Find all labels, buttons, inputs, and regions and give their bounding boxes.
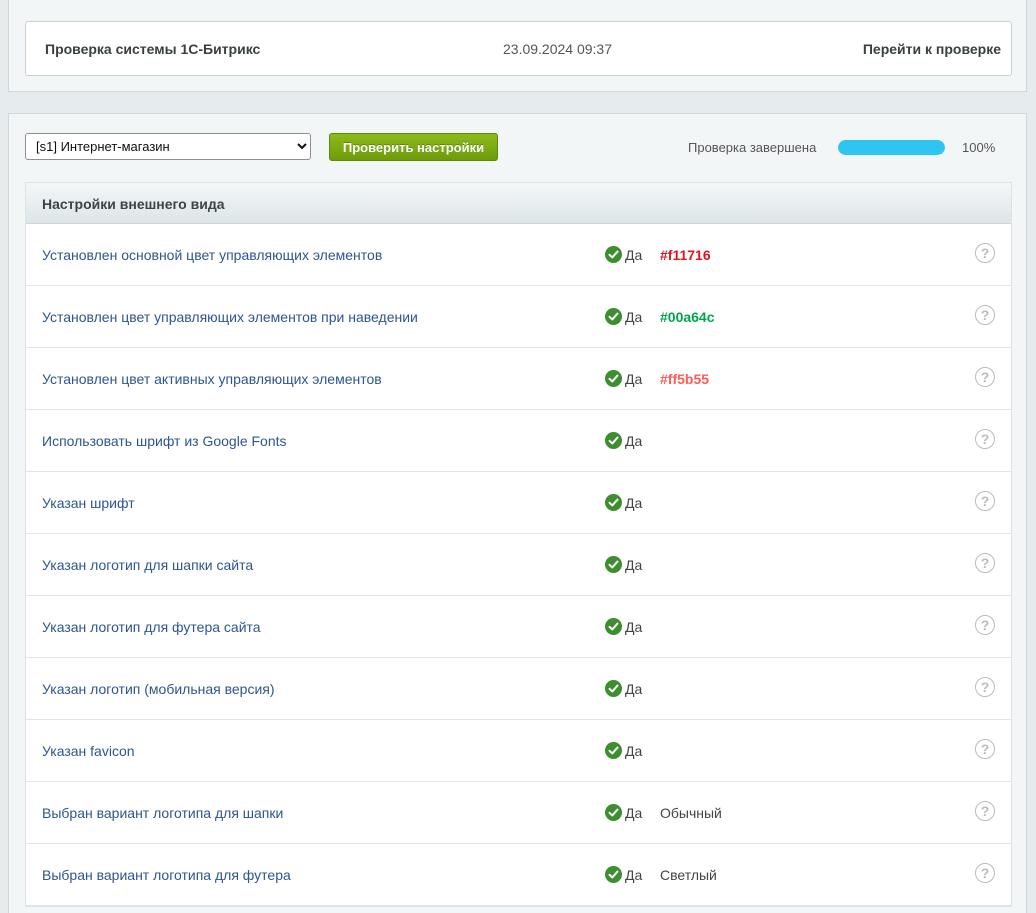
check-circle-icon (605, 556, 622, 573)
question-circle-icon[interactable]: ? (975, 863, 995, 883)
row-label[interactable]: Установлен цвет активных управляющих эле… (42, 371, 382, 387)
question-circle-icon[interactable]: ? (975, 615, 995, 635)
table-row: Указан шрифт Да ? (26, 472, 1011, 534)
row-label[interactable]: Выбран вариант логотипа для футера (42, 867, 291, 883)
row-value: Обычный (660, 805, 722, 821)
main-container: [s1] Интернет-магазин Проверить настройк… (8, 113, 1027, 913)
row-status: Да (605, 556, 642, 573)
progress-percent: 100% (962, 140, 996, 155)
rows-container: Установлен основной цвет управляющих эле… (26, 224, 1011, 906)
header-container: Проверка системы 1С-Битрикс 23.09.2024 0… (8, 0, 1027, 92)
row-status: Да (605, 494, 642, 511)
progress-bar-fill (838, 140, 945, 155)
table-row: Указан favicon Да ? (26, 720, 1011, 782)
status-label: Да (625, 804, 643, 821)
row-status: Да (605, 804, 642, 821)
section-title: Настройки внешнего вида (42, 196, 225, 212)
status-label: Да (625, 246, 643, 263)
check-circle-icon (605, 432, 622, 449)
row-label[interactable]: Установлен основной цвет управляющих эле… (42, 247, 382, 263)
check-settings-button[interactable]: Проверить настройки (329, 133, 498, 161)
row-status: Да (605, 742, 642, 759)
check-circle-icon (605, 308, 622, 325)
table-row: Выбран вариант логотипа для шапки Да Обы… (26, 782, 1011, 844)
check-circle-icon (605, 742, 622, 759)
question-circle-icon[interactable]: ? (975, 491, 995, 511)
row-status: Да (605, 680, 642, 697)
table-row: Указан логотип для шапки сайта Да ? (26, 534, 1011, 596)
row-status: Да (605, 246, 642, 263)
question-circle-icon[interactable]: ? (975, 367, 995, 387)
site-select[interactable]: [s1] Интернет-магазин (25, 133, 311, 160)
row-value: #00a64c (660, 309, 715, 325)
row-status: Да (605, 308, 642, 325)
table-row: Указан логотип для футера сайта Да ? (26, 596, 1011, 658)
check-circle-icon (605, 804, 622, 821)
question-circle-icon[interactable]: ? (975, 243, 995, 263)
page-title: Проверка системы 1С-Битрикс (45, 41, 261, 57)
toolbar: [s1] Интернет-магазин Проверить настройк… (25, 133, 1012, 163)
row-label[interactable]: Указан логотип для шапки сайта (42, 557, 253, 573)
section-header: Настройки внешнего вида (26, 183, 1011, 224)
status-label: Да (625, 308, 643, 325)
table-row: Установлен основной цвет управляющих эле… (26, 224, 1011, 286)
check-circle-icon (605, 680, 622, 697)
question-circle-icon[interactable]: ? (975, 429, 995, 449)
row-value: #ff5b55 (660, 371, 710, 387)
system-check-panel: Проверка системы 1С-Битрикс 23.09.2024 0… (25, 21, 1012, 76)
status-label: Да (625, 370, 643, 387)
status-label: Да (625, 742, 643, 759)
question-circle-icon[interactable]: ? (975, 739, 995, 759)
row-label[interactable]: Указан favicon (42, 743, 135, 759)
row-label[interactable]: Установлен цвет управляющих элементов пр… (42, 309, 418, 325)
check-circle-icon (605, 866, 622, 883)
status-label: Да (625, 556, 643, 573)
row-status: Да (605, 866, 642, 883)
progress-bar (838, 140, 945, 155)
row-status: Да (605, 618, 642, 635)
row-value: #f11716 (660, 247, 711, 263)
row-value: Светлый (660, 867, 717, 883)
row-status: Да (605, 432, 642, 449)
question-circle-icon[interactable]: ? (975, 553, 995, 573)
check-circle-icon (605, 246, 622, 263)
check-circle-icon (605, 494, 622, 511)
check-datetime: 23.09.2024 09:37 (503, 41, 612, 57)
row-label[interactable]: Указан логотип для футера сайта (42, 619, 261, 635)
question-circle-icon[interactable]: ? (975, 677, 995, 697)
table-row: Установлен цвет активных управляющих эле… (26, 348, 1011, 410)
row-label[interactable]: Указан логотип (мобильная версия) (42, 681, 275, 697)
status-label: Да (625, 618, 643, 635)
status-label: Да (625, 432, 643, 449)
goto-check-link[interactable]: Перейти к проверке (863, 41, 1001, 57)
question-circle-icon[interactable]: ? (975, 305, 995, 325)
table-row: Выбран вариант логотипа для футера Да Св… (26, 844, 1011, 906)
status-label: Да (625, 866, 643, 883)
row-status: Да (605, 370, 642, 387)
row-label[interactable]: Указан шрифт (42, 495, 135, 511)
question-circle-icon[interactable]: ? (975, 801, 995, 821)
status-label: Да (625, 494, 643, 511)
table-row: Установлен цвет управляющих элементов пр… (26, 286, 1011, 348)
check-circle-icon (605, 370, 622, 387)
row-label[interactable]: Использовать шрифт из Google Fonts (42, 433, 287, 449)
row-label[interactable]: Выбран вариант логотипа для шапки (42, 805, 283, 821)
check-circle-icon (605, 618, 622, 635)
status-label: Да (625, 680, 643, 697)
settings-table: Настройки внешнего вида Установлен основ… (25, 182, 1012, 907)
table-row: Указан логотип (мобильная версия) Да ? (26, 658, 1011, 720)
check-status-text: Проверка завершена (688, 140, 817, 155)
table-row: Использовать шрифт из Google Fonts Да ? (26, 410, 1011, 472)
